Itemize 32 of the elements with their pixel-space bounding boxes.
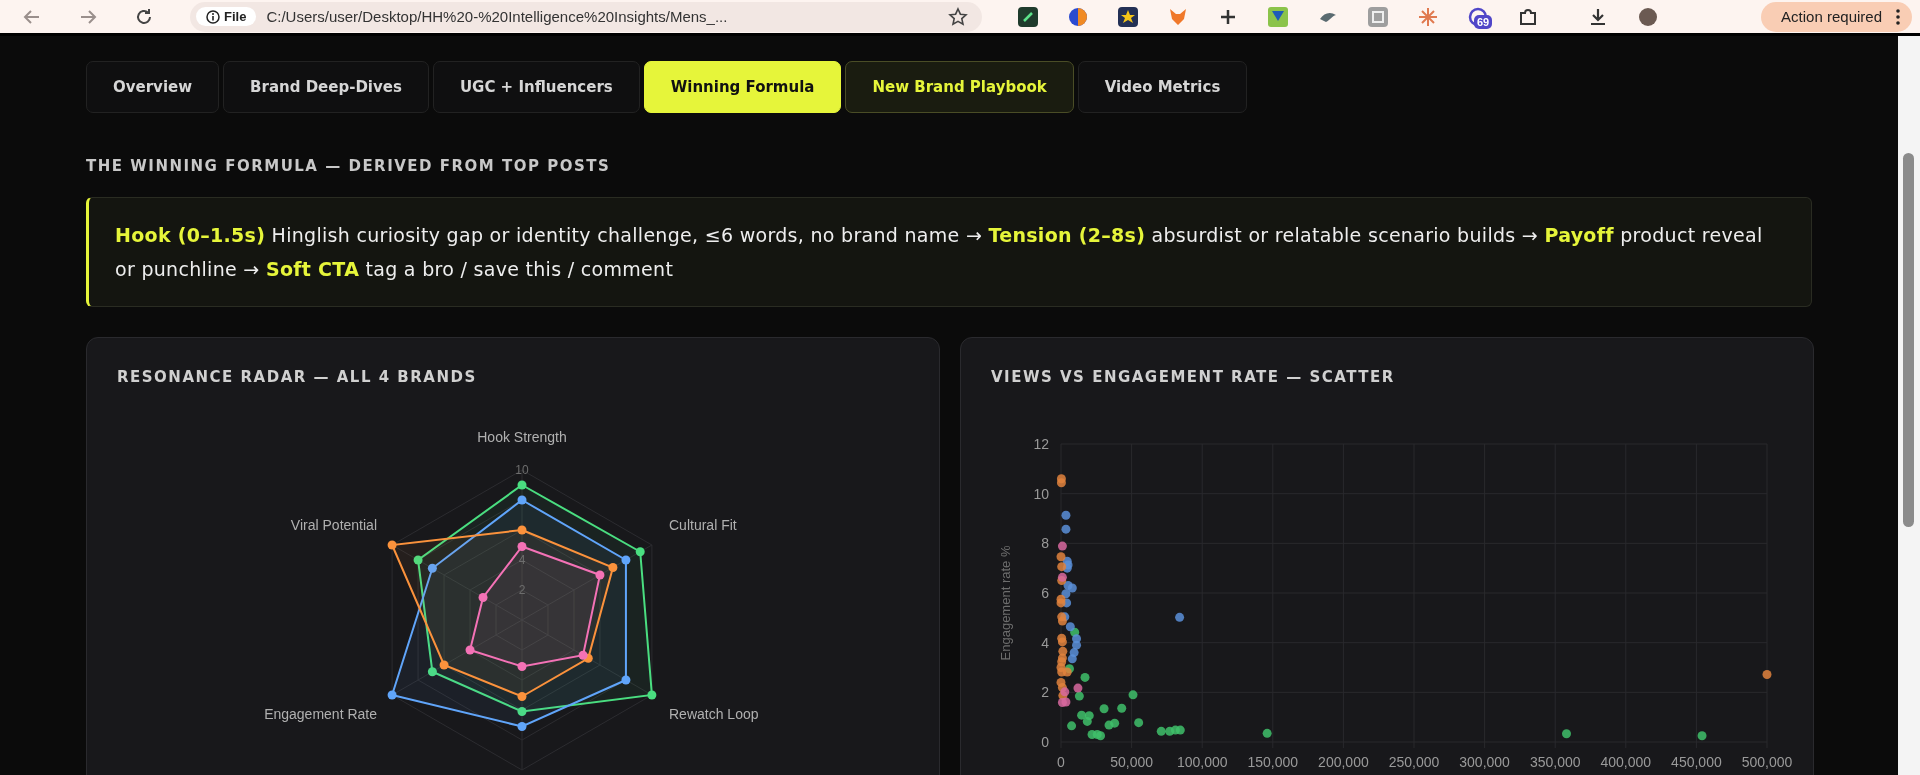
formula-callout: Hook (0–1.5s) Hinglish curiosity gap or identity challenge, ≤6 words, no brand name → Tension (2–8s) absurdist or relatable scenario builds → Payoff product reveal or punchline → Soft CTA tag a bro / save this / comment <box>86 197 1812 307</box>
x-tick-label: 400,000 <box>1600 754 1652 770</box>
card-title: RESONANCE RADAR — ALL 4 BRANDS <box>117 368 478 386</box>
x-tick-label: 500,000 <box>1741 754 1793 770</box>
y-axis-title: Engagement rate % <box>998 545 1013 661</box>
section-heading: THE WINNING FORMULA — DERIVED FROM TOP POSTS <box>86 157 612 175</box>
axis-label: Rewatch Loop <box>669 706 759 722</box>
card-title: VIEWS VS ENGAGEMENT RATE — SCATTER <box>991 368 1396 386</box>
x-tick-label: 350,000 <box>1529 754 1581 770</box>
axis-label: Engagement Rate <box>264 706 377 722</box>
x-tick-label: 50,000 <box>1110 754 1153 770</box>
notification-badge: 69 <box>1474 14 1493 29</box>
x-tick-label: 150,000 <box>1247 754 1299 770</box>
y-tick-label: 4 <box>1041 634 1049 651</box>
y-tick-label: 12 <box>1033 436 1049 452</box>
axis-label: Cultural Fit <box>669 517 737 533</box>
x-tick-label: 250,000 <box>1388 754 1440 770</box>
x-tick-label: 300,000 <box>1459 754 1510 770</box>
x-tick-label: 100,000 <box>1176 754 1228 770</box>
url-text: C:/Users/user/Desktop/HH%20-%20Intelligence%20Insights/Mens_... <box>266 8 729 25</box>
tick-label: 10 <box>515 463 529 477</box>
x-tick-label: 450,000 <box>1671 754 1722 770</box>
axis-label: Viral Potential <box>290 517 377 533</box>
y-tick-label: 2 <box>1041 684 1049 701</box>
y-tick-label: 0 <box>1041 734 1049 750</box>
y-tick-label: 8 <box>1041 535 1049 552</box>
y-tick-label: 6 <box>1041 585 1049 601</box>
tick-label: 2 <box>518 583 526 597</box>
x-tick-label: 200,000 <box>1318 754 1369 770</box>
y-tick-label: 10 <box>1033 485 1049 502</box>
x-tick-label: 0 <box>1057 754 1065 770</box>
axis-label: Hook Strength <box>477 429 567 445</box>
